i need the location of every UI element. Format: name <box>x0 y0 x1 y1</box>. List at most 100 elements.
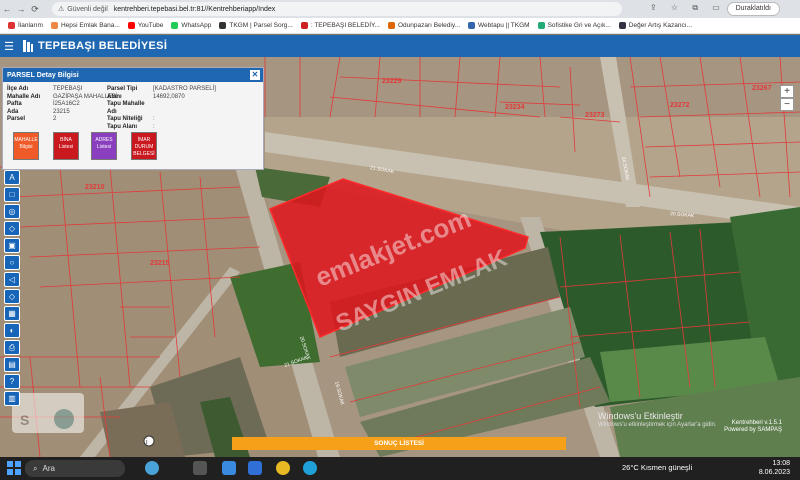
map-tool-button[interactable]: □ <box>4 187 20 202</box>
municipality-logo-icon <box>23 40 33 52</box>
info-value: : <box>153 116 155 122</box>
svg-text:S: S <box>20 412 29 428</box>
parcel-detail-panel: PARSEL Detay Bilgisi ✕ İlçe Adı TEPEBAŞI M… <box>2 67 264 170</box>
info-key: Ada <box>7 108 19 115</box>
reload-icon[interactable]: ⟳ <box>28 4 42 15</box>
bookmark-item[interactable]: Webtapu || TKGM <box>468 22 530 29</box>
taskbar: ⌕ Ara 26°C Kısmen güneşli 13:08 8.06.202… <box>0 457 800 480</box>
activation-subtitle: Windows'u etkinleştirmek için Ayarlar'a … <box>598 422 717 428</box>
app-header: ☰ TEPEBAŞI BELEDİYESİ <box>0 35 800 57</box>
weather-widget[interactable]: 26°C Kısmen güneşli <box>622 463 692 472</box>
info-row: Ada 23215 <box>7 109 118 117</box>
map-tool-button[interactable]: ◁ <box>4 272 20 287</box>
bookmarks-bar: İlanlarım Hepsi Emlak Bana... YouTube Whats… <box>0 18 800 34</box>
panel-action-button[interactable]: MAHALLE Bilgisi <box>13 132 39 160</box>
bookmark-label: Değer Artış Kazancı... <box>628 22 693 29</box>
map-tool-button[interactable]: ▦ <box>4 306 20 321</box>
info-value: İ25A16C2 <box>53 101 80 107</box>
info-value: 2 <box>53 116 57 122</box>
clock-time: 13:08 <box>772 460 790 467</box>
map-tool-button[interactable]: ◇ <box>4 289 20 304</box>
bookmark-icon <box>468 22 476 29</box>
profile-button[interactable]: Duraklatıldı <box>726 2 780 16</box>
bookmark-label: Sofistike Gri ve Açık... <box>547 22 611 29</box>
bookmark-item[interactable]: : TEPEBAŞI BELEDİY... <box>300 22 380 29</box>
panel-action-button[interactable]: BİNA Listesi <box>53 132 79 160</box>
bookmark-label: İlanlarım <box>18 22 43 29</box>
parcel-info-left: İlçe Adı TEPEBAŞI Mahalle Adı GAZİPAŞA MAHA… <box>7 86 118 124</box>
result-list-bar[interactable]: SONUÇ LİSTESİ <box>232 437 566 450</box>
activation-title: Windows'u Etkinleştir <box>598 411 683 421</box>
info-row: Parsel Tipi [KADASTRO PARSELİ] <box>107 86 216 94</box>
bookmark-item[interactable]: WhatsApp <box>171 22 211 29</box>
extension-icons[interactable]: ⇪ ☆ ⧉ ▭ <box>650 3 726 13</box>
zoom-out-button[interactable]: − <box>780 98 794 111</box>
search-placeholder: Ara <box>42 464 55 473</box>
map-tool-button[interactable]: ? <box>4 374 20 389</box>
bookmark-icon <box>219 22 227 29</box>
info-row: Tapu Niteliği: <box>107 116 216 124</box>
bookmark-icon <box>8 22 15 29</box>
task-view-icon[interactable] <box>193 461 207 475</box>
bookmark-label: WhatsApp <box>181 22 212 29</box>
taskbar-search[interactable]: ⌕ Ara <box>25 460 125 477</box>
info-key: Tapu Niteliği <box>107 116 143 122</box>
parcel-label: 23267 <box>752 85 772 92</box>
address-bar[interactable]: ⚠ Güvenli değil kentrehberi.tepebasi.bel… <box>52 2 622 16</box>
chrome-profile-icon[interactable] <box>303 461 317 475</box>
map-tool-button[interactable]: ⎙ <box>4 340 20 355</box>
screen: ← → ⟳ ⚠ Güvenli değil kentrehberi.tepeba… <box>0 0 800 480</box>
zoom-in-button[interactable]: + <box>780 85 794 98</box>
map-tool-button[interactable]: ◐ <box>4 323 20 338</box>
panel-action-button[interactable]: İMAR DURUM BELGESİ <box>131 132 157 160</box>
bookmark-label: : TEPEBAŞI BELEDİY... <box>310 22 380 29</box>
app-version: Kentrehberi v.1.5.1 Powered by SAMPAŞ <box>724 420 782 434</box>
panel-action-button[interactable]: ADRES Listesi <box>91 132 117 160</box>
info-key: Parsel <box>7 116 26 122</box>
windows-activation: Windows'u Etkinleştir Windows'u etkinleş… <box>598 412 717 430</box>
bookmark-item[interactable]: Hepsi Emlak Bana... <box>50 22 120 29</box>
menu-icon[interactable]: ☰ <box>0 40 18 53</box>
forward-icon[interactable]: → <box>14 4 28 14</box>
insecure-icon[interactable]: ⚠ <box>58 5 64 13</box>
info-key: Tapu Mahalle Adı <box>107 101 145 115</box>
chrome-icon[interactable] <box>276 461 290 475</box>
map-tool-button[interactable]: ▥ <box>4 391 20 406</box>
map-tool-button[interactable]: A <box>4 170 20 185</box>
dolphin-icon <box>145 461 159 475</box>
parcel-label: 23210 <box>85 184 105 191</box>
map-tool-button[interactable]: ◇ <box>4 221 20 236</box>
bookmark-label: Hepsi Emlak Bana... <box>60 22 120 29</box>
info-row: Tapu Mahalle Adı <box>107 101 216 116</box>
bookmark-icon <box>300 22 308 29</box>
bookmark-item[interactable]: İlanlarım <box>8 22 43 29</box>
zoom-control: + − <box>780 85 794 111</box>
map-tool-button[interactable]: ▤ <box>4 357 20 372</box>
bookmark-item[interactable]: YouTube <box>127 22 163 29</box>
bookmark-icon <box>50 22 58 29</box>
app-version-text: Kentrehberi v.1.5.1 <box>731 420 782 426</box>
store-icon[interactable] <box>248 461 262 475</box>
bookmark-item[interactable]: TKGM | Parsel Sorg... <box>219 22 293 29</box>
app-title: TEPEBAŞI BELEDİYESİ <box>38 40 168 52</box>
map-tool-button[interactable]: ◎ <box>4 204 20 219</box>
bookmark-item[interactable]: Değer Artış Kazancı... <box>618 22 693 29</box>
info-row: Tapu Alanı: <box>107 124 216 132</box>
panel-header: PARSEL Detay Bilgisi ✕ <box>3 68 263 82</box>
panel-title: PARSEL Detay Bilgisi <box>7 71 79 79</box>
close-icon[interactable]: ✕ <box>250 70 260 80</box>
info-value: 14692,0870 <box>153 93 185 100</box>
bookmark-item[interactable]: Sofistike Gri ve Açık... <box>537 22 611 29</box>
file-explorer-icon[interactable] <box>222 461 236 475</box>
bookmark-label: Webtapu || TKGM <box>478 22 530 29</box>
back-icon[interactable]: ← <box>0 4 14 14</box>
info-value: [KADASTRO PARSELİ] <box>153 86 216 92</box>
system-clock[interactable]: 13:08 8.06.2023 <box>759 459 790 477</box>
bookmark-item[interactable]: Odunpazarı Belediy... <box>387 22 460 29</box>
info-value: TEPEBAŞI <box>53 86 83 92</box>
map-tool-button[interactable]: ○ <box>4 255 20 270</box>
info-row: Pafta İ25A16C2 <box>7 101 118 109</box>
windows-start-icon[interactable] <box>7 461 21 475</box>
map-tool-button[interactable]: ▣ <box>4 238 20 253</box>
info-key: Pafta <box>7 101 22 107</box>
